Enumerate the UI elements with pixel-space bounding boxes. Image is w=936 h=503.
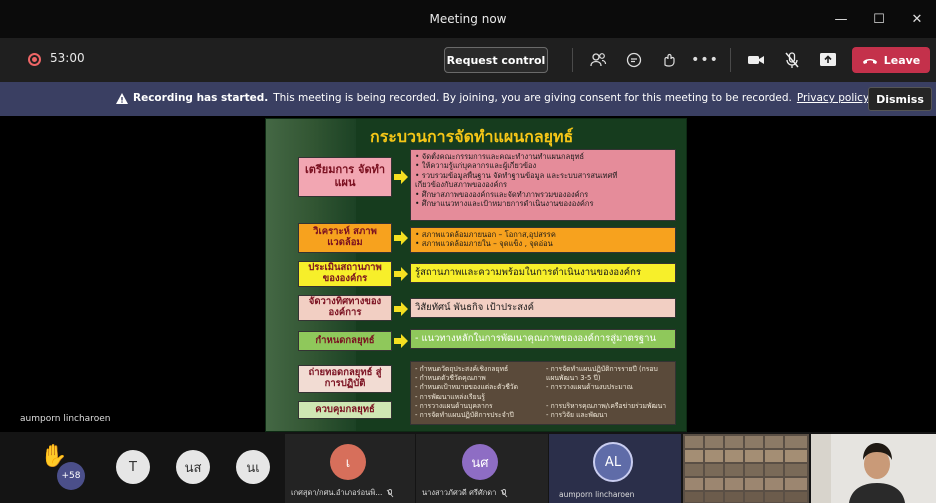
gallery-view-video <box>683 434 809 503</box>
meeting-toolbar: 53:00 Request control ••• Leave <box>0 38 936 82</box>
implementation-item: - การวางแผนด้านบุคลากร <box>415 401 493 410</box>
privacy-policy-link[interactable]: Privacy policy <box>797 92 869 104</box>
arrow-right-icon <box>394 231 408 245</box>
recording-icon <box>28 53 41 66</box>
participant-strip: ✋ +58 T นส นเ เ เกศสุดา/กศน.อำเภอร่อนพิ.… <box>0 432 936 503</box>
implementation-left-column: - กำหนดวัตถุประสงค์เชิงกลยุทธ์ - กำหนดตั… <box>415 365 540 421</box>
shared-slide: กระบวนการจัดทำแผนกลยุทธ์ เตรียมการ จัดทำ… <box>265 118 687 432</box>
step-box: เตรียมการ จัดทำแผน <box>298 157 392 197</box>
leave-label: Leave <box>883 53 921 67</box>
participant-name: นางสาวภัศวดี ศรีศักดา <box>422 487 508 499</box>
microphone-muted-icon[interactable] <box>780 48 804 72</box>
banner-bold-text: Recording has started. <box>133 92 269 104</box>
toolbar-divider <box>730 48 731 72</box>
share-screen-icon[interactable] <box>816 48 840 72</box>
leave-button[interactable]: Leave <box>852 47 930 73</box>
step-description: • จัดตั้งคณะกรรมการและคณะทำงานทำแผนกลยุท… <box>410 149 676 221</box>
arrow-right-icon <box>394 170 408 184</box>
participant-label: นางสาวภัศวดี ศรีศักดา <box>422 488 497 497</box>
implementation-item: - การวางแผนด้านงบประมาณ <box>546 383 633 392</box>
implementation-item: - การจัดทำแผนปฏิบัติการประจำปี <box>415 410 514 419</box>
implementation-item <box>546 393 671 402</box>
video-tile[interactable] <box>811 434 936 503</box>
overflow-participants-badge[interactable]: +58 <box>57 462 85 490</box>
avatar: AL <box>593 442 633 482</box>
step-box: ถ่ายทอดกลยุทธ์ สู่การปฏิบัติ <box>298 365 392 393</box>
dismiss-button[interactable]: Dismiss <box>868 87 932 111</box>
description-line: • สภาพแวดล้อมภายนอก – โอกาส,อุปสรรค <box>415 230 556 239</box>
description-line: • ให้ความรู้แก่บุคลากรและผู้เกี่ยวข้อง <box>415 161 537 171</box>
chat-icon[interactable] <box>622 48 646 72</box>
step-description: • สภาพแวดล้อมภายนอก – โอกาส,อุปสรรค • สภ… <box>410 227 676 253</box>
implementation-item: - กำหนดวัตถุประสงค์เชิงกลยุทธ์ <box>415 365 509 373</box>
step-box: กำหนดกลยุทธ์ <box>298 331 392 351</box>
participants-icon[interactable] <box>586 48 610 72</box>
camera-icon[interactable] <box>744 48 768 72</box>
participant-tile[interactable]: เ เกศสุดา/กศน.อำเภอร่อนพิ... <box>285 434 415 503</box>
description-line: • ศึกษาสภาพขององค์กรและจัดทำภาพรวมขององค… <box>415 189 589 199</box>
implementation-item: - การบริหารคุณภาพ/เครือข่ายร่วมพัฒนา <box>546 401 667 410</box>
description-line: • สภาพแวดล้อมภายใน – จุดแข็ง , จุดอ่อน <box>415 239 553 249</box>
microphone-muted-icon <box>387 488 394 497</box>
video-tile[interactable] <box>683 434 809 503</box>
description-line: • รวบรวมข้อมูลพื้นฐาน จัดทำฐานข้อมูล และ… <box>415 170 618 180</box>
step-description: รู้สถานภาพและความพร้อมในการดำเนินงานของอ… <box>410 263 676 283</box>
close-icon[interactable]: ✕ <box>898 0 936 38</box>
implementation-right-column: - การจัดทำแผนปฏิบัติการรายปี (กรอบ แผนพั… <box>546 365 671 421</box>
step-box: ควบคุมกลยุทธ์ <box>298 401 392 419</box>
implementation-item: - การจัดทำแผนปฏิบัติการรายปี (กรอบ <box>546 365 658 373</box>
toolbar-divider <box>572 48 573 72</box>
maximize-icon[interactable]: ☐ <box>860 0 898 38</box>
presenter-name: aumporn lincharoen <box>20 414 111 424</box>
participant-video <box>811 434 936 503</box>
slide-title: กระบวนการจัดทำแผนกลยุทธ์ <box>370 127 574 146</box>
step-description: - แนวทางหลักในการพัฒนาคุณภาพขององค์การสู… <box>410 329 676 349</box>
step-box: วิเคราะห์ สภาพแวดล้อม <box>298 223 392 253</box>
banner-message: Recording has started. This meeting is b… <box>116 92 869 104</box>
meeting-timer: 53:00 <box>50 51 85 65</box>
window-controls: — ☐ ✕ <box>822 0 936 38</box>
implementation-details: - กำหนดวัตถุประสงค์เชิงกลยุทธ์ - กำหนดตั… <box>410 361 676 425</box>
participant-tile[interactable]: AL aumporn lincharoen <box>549 434 681 503</box>
participant-name: aumporn lincharoen <box>559 490 635 499</box>
minimize-icon[interactable]: — <box>822 0 860 38</box>
step-box: จัดวางทิศทางของ องค์การ <box>298 295 392 321</box>
window-title: Meeting now <box>429 12 507 26</box>
implementation-item: - การวิจัย และพัฒนา <box>546 410 608 419</box>
recording-banner: Recording has started. This meeting is b… <box>0 82 936 116</box>
avatar: นศ <box>462 444 498 480</box>
participant-tile[interactable]: นศ นางสาวภัศวดี ศรีศักดา <box>416 434 548 503</box>
step-description: วิสัยทัศน์ พันธกิจ เป้าประสงค์ <box>410 298 676 318</box>
avatar[interactable]: นเ <box>236 450 270 484</box>
title-bar: Meeting now — ☐ ✕ <box>0 0 936 38</box>
avatar[interactable]: นส <box>176 450 210 484</box>
teams-meeting-window: Meeting now — ☐ ✕ 53:00 Request control … <box>0 0 936 503</box>
participant-name: เกศสุดา/กศน.อำเภอร่อนพิ... <box>291 487 394 499</box>
arrow-right-icon <box>394 302 408 316</box>
request-control-button[interactable]: Request control <box>444 47 548 73</box>
implementation-item: แผนพัฒนา 3-5 ปี) <box>546 374 601 383</box>
description-line: เกี่ยวข้องกับสภาพขององค์กร <box>415 180 508 190</box>
implementation-item: - การพัฒนาแหล่งเรียนรู้ <box>415 392 485 401</box>
arrow-right-icon <box>394 267 408 281</box>
participant-label: เกศสุดา/กศน.อำเภอร่อนพิ... <box>291 488 383 497</box>
more-options-icon[interactable]: ••• <box>691 48 718 72</box>
description-line: • ศึกษาแนวทางและเป้าหมายการดำเนินงานของอ… <box>415 198 594 208</box>
arrow-right-icon <box>394 334 408 348</box>
implementation-item: - กำหนดตัวชี้วัดคุณภาพ <box>415 374 486 383</box>
implementation-item: - กำหนดเป้าหมายของแต่ละตัวชี้วัด <box>415 383 519 392</box>
phone-hangup-icon <box>862 58 877 64</box>
banner-text: This meeting is being recorded. By joini… <box>273 92 792 104</box>
warning-icon <box>116 92 128 104</box>
reactions-icon[interactable] <box>657 48 681 72</box>
description-line: • จัดตั้งคณะกรรมการและคณะทำงานทำแผนกลยุท… <box>415 152 585 161</box>
avatar[interactable]: T <box>116 450 150 484</box>
microphone-muted-icon <box>501 488 508 497</box>
step-box: ประเมินสถานภาพ ขององค์กร <box>298 261 392 287</box>
avatar: เ <box>330 444 366 480</box>
